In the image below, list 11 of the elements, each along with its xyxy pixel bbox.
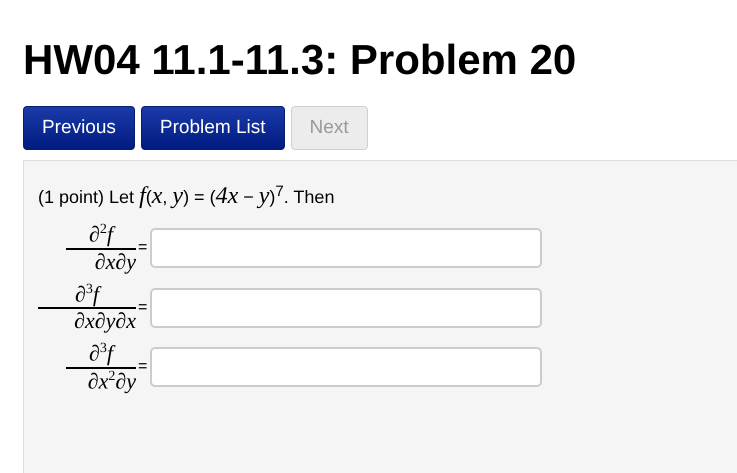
equals-sign: =: [138, 358, 148, 376]
nav-button[interactable]: Previous: [23, 106, 135, 150]
answer-field[interactable]: [150, 347, 542, 388]
page-title: HW04 11.1-11.3: Problem 20: [23, 35, 578, 84]
answer-field[interactable]: [150, 288, 542, 328]
derivative-fraction: ∂$^{3}$f ∂x$^{2}$∂y: [38, 341, 136, 394]
equals-sign: =: [138, 238, 148, 257]
answer-field[interactable]: [150, 228, 542, 268]
problem-statement: (1 point) Let f(x, y) = (4x − y)$^{7}$. Then: [38, 183, 336, 210]
nav-button[interactable]: Problem List: [140, 106, 285, 150]
equals-sign: =: [138, 298, 148, 317]
